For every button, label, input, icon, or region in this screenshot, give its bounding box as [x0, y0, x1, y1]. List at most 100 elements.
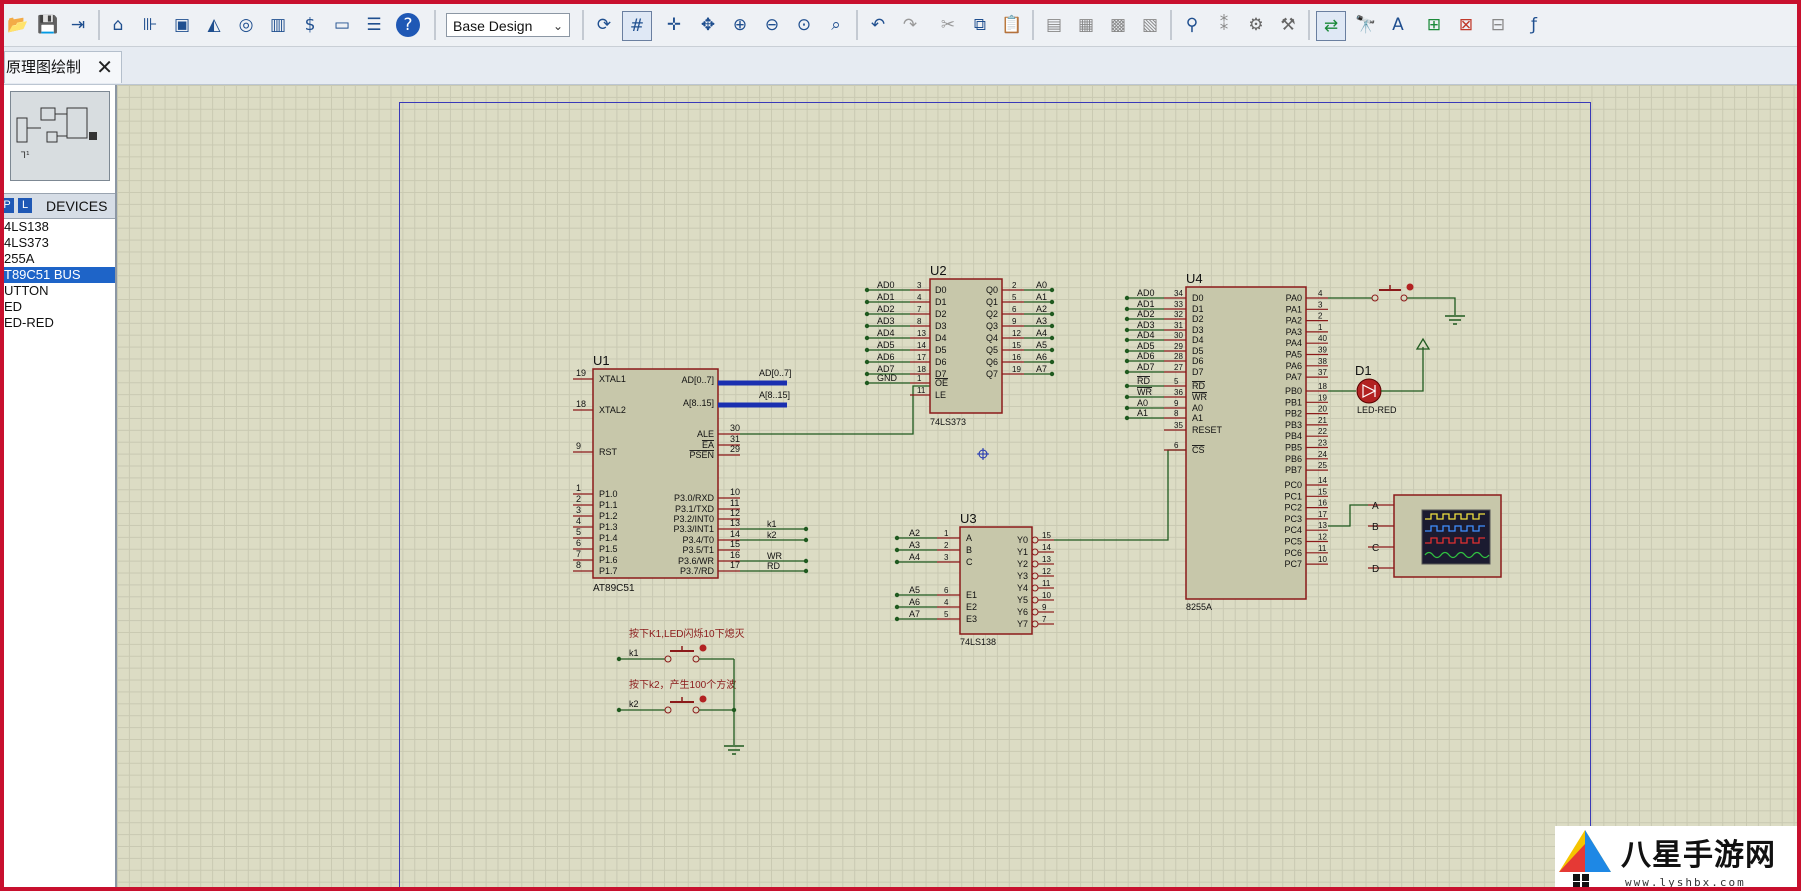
home-icon[interactable]: ⌂ [104, 11, 132, 39]
pin-name: Y0 [1017, 535, 1028, 545]
block-delete-icon[interactable]: ▧ [1136, 11, 1164, 39]
pin-name: PC6 [1284, 548, 1302, 558]
netlist-icon[interactable]: ☰ [360, 11, 388, 39]
zoom-all-icon[interactable]: ⊙ [790, 11, 818, 39]
wire-terminal [1049, 323, 1055, 329]
pin-name: Y1 [1017, 547, 1028, 557]
device-item[interactable]: UTTON [4, 283, 115, 299]
gerber-icon[interactable]: ◎ [232, 11, 260, 39]
wire-terminal [864, 359, 870, 365]
make-device-icon[interactable]: ⁑ [1210, 11, 1238, 39]
net-label: A4 [1036, 328, 1047, 338]
net-label: k1 [629, 648, 639, 658]
pin-name: D4 [935, 333, 947, 343]
library-button[interactable]: L [18, 198, 32, 213]
pin-number: 27 [1174, 363, 1183, 372]
block-move-icon[interactable]: ▦ [1072, 11, 1100, 39]
copy-icon[interactable]: ⧉ [966, 11, 994, 39]
pin-number: 3 [1318, 300, 1323, 309]
device-item[interactable]: ED-RED [4, 315, 115, 331]
goto-sheet-icon[interactable]: ⊟ [1484, 11, 1512, 39]
pin-number: 8 [576, 560, 581, 570]
new-sheet-icon[interactable]: ⊞ [1420, 11, 1448, 39]
pin-number: 14 [917, 341, 926, 350]
wire-autorouter-icon[interactable]: ⇄ [1316, 11, 1346, 41]
block-copy-icon[interactable]: ▤ [1040, 11, 1068, 39]
pin-name: Q7 [986, 369, 998, 379]
block-rotate-icon[interactable]: ▩ [1104, 11, 1132, 39]
delete-sheet-icon[interactable]: ⊠ [1452, 11, 1480, 39]
3d-icon[interactable]: ◭ [200, 11, 228, 39]
close-icon[interactable]: ✕ [96, 52, 113, 82]
pick-device-icon[interactable]: ⚲ [1178, 11, 1206, 39]
cost-icon[interactable]: $ [296, 11, 324, 39]
wire-terminal [894, 535, 900, 541]
pin-number: 17 [730, 560, 740, 570]
paste-icon[interactable]: 📋 [998, 11, 1026, 39]
save-icon[interactable]: 💾 [34, 11, 62, 39]
undo-icon[interactable]: ↶ [864, 11, 892, 39]
pcb-icon[interactable]: ▣ [168, 11, 196, 39]
pan-icon[interactable]: ✥ [694, 11, 722, 39]
refresh-icon[interactable]: ⟳ [590, 11, 618, 39]
wire-terminal [1124, 316, 1130, 322]
schematic-icon[interactable]: ⊪ [136, 11, 164, 39]
property-assign-icon[interactable]: A [1384, 11, 1412, 39]
device-item[interactable]: 4LS373 [4, 235, 115, 251]
net-label: A0 [1137, 398, 1148, 408]
overview-window[interactable]: ⅂¹ [10, 91, 110, 181]
bom-icon[interactable]: ▥ [264, 11, 292, 39]
script-icon[interactable]: ƒ [1520, 11, 1548, 39]
pin-name: PC1 [1284, 491, 1302, 501]
device-item[interactable]: ED [4, 299, 115, 315]
vsm-icon[interactable]: ▭ [328, 11, 356, 39]
tab-schematic-capture[interactable]: 原理图绘制 ✕ [4, 51, 122, 83]
pin-number: 1 [944, 529, 949, 538]
pin-number: 17 [1318, 510, 1327, 519]
wire [1381, 347, 1424, 392]
pin-number: 13 [1042, 555, 1051, 564]
design-select[interactable]: Base Design ⌄ [446, 13, 570, 37]
inversion-bubble [1031, 560, 1039, 568]
origin-icon[interactable]: ✛ [660, 11, 688, 39]
pin-number: 1 [576, 483, 581, 493]
redo-icon[interactable]: ↷ [896, 11, 924, 39]
pin-name: P3.2/INT0 [673, 514, 714, 524]
net-label: AD6 [877, 352, 895, 362]
import-icon[interactable]: ⇥ [64, 11, 92, 39]
net-label: A2 [909, 528, 920, 538]
pin-name: PB5 [1285, 443, 1302, 453]
help-icon[interactable]: ? [396, 13, 420, 37]
pin-name: PA5 [1286, 350, 1302, 360]
net-label: AD4 [1137, 330, 1155, 340]
ic-u3-part: 74LS138 [960, 637, 996, 647]
pin-name: E2 [966, 602, 977, 612]
decompose-icon[interactable]: ⚒ [1274, 11, 1302, 39]
pin-name: P3.3/INT1 [673, 524, 714, 534]
packaging-icon[interactable]: ⚙ [1242, 11, 1270, 39]
pin-number: 4 [944, 598, 949, 607]
led-d1-body [1356, 378, 1382, 404]
zoom-out-icon[interactable]: ⊖ [758, 11, 786, 39]
grid-icon[interactable]: # [622, 11, 652, 41]
device-item-selected[interactable]: T89C51 BUS [4, 267, 115, 283]
new-folder-icon[interactable]: 📂 [4, 11, 32, 39]
svg-text:⅂¹: ⅂¹ [20, 151, 30, 161]
zoom-in-icon[interactable]: ⊕ [726, 11, 754, 39]
schematic-canvas[interactable]: U1 AT89C51 19 XTAL1 18 XTAL2 9 RST 1 P1.0 2 P1.1 3 P1… [117, 85, 1797, 887]
pin-name: PA4 [1286, 338, 1302, 348]
pick-devices-button[interactable]: P [4, 198, 14, 213]
device-item[interactable]: 4LS138 [4, 219, 115, 235]
pin-number: 15 [730, 539, 740, 549]
wire-terminal [1049, 287, 1055, 293]
device-item[interactable]: 255A [4, 251, 115, 267]
net-label: k2 [767, 530, 777, 540]
pin-number: 12 [730, 508, 740, 518]
cut-icon[interactable]: ✂ [934, 11, 962, 39]
pin-number: 14 [1318, 476, 1327, 485]
pin-number: 39 [1318, 346, 1327, 355]
zoom-area-icon[interactable]: ⌕ [822, 11, 850, 39]
pin-number: 31 [1174, 321, 1183, 330]
toolbar-separator [1170, 10, 1172, 40]
search-icon[interactable]: 🔭 [1352, 11, 1380, 39]
